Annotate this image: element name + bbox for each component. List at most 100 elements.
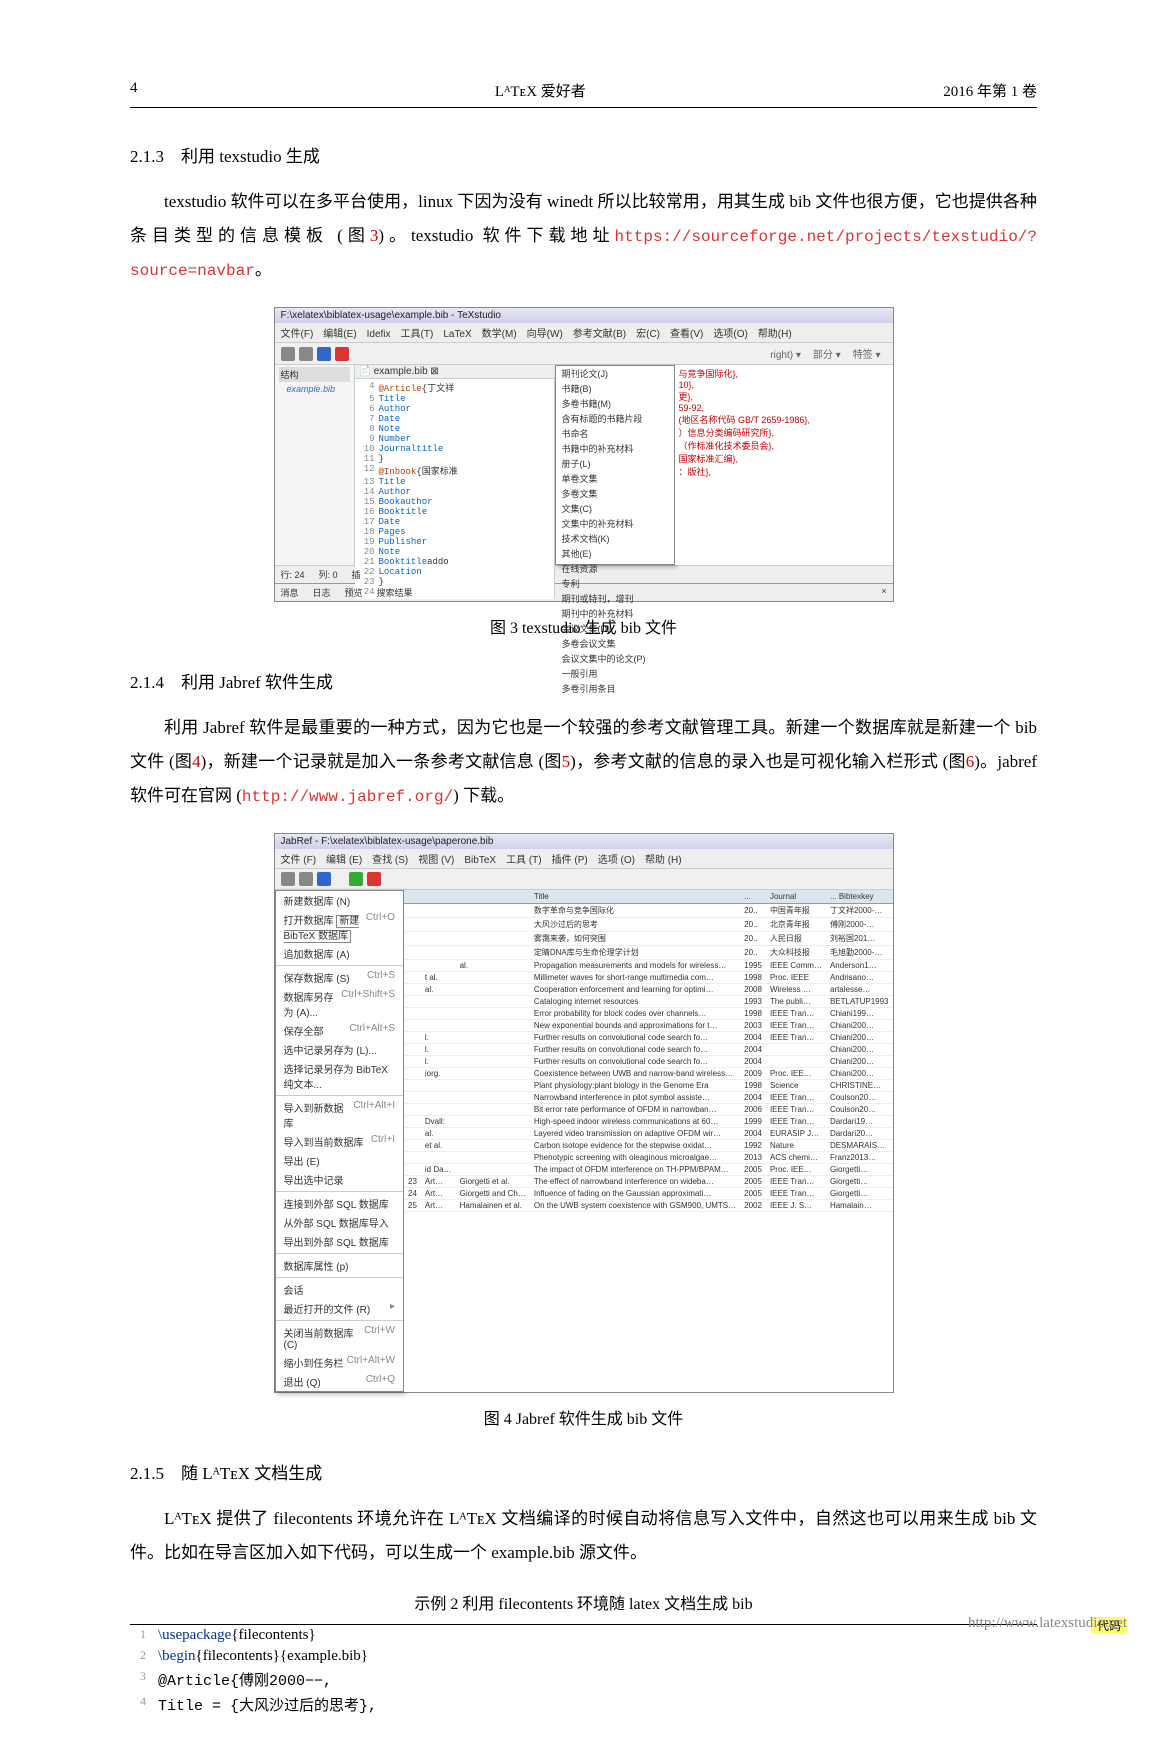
save-icon[interactable] <box>317 872 331 886</box>
table-row[interactable]: Bit error rate performance of OFDM in na… <box>404 1104 893 1116</box>
table-row[interactable]: 雾霭来袭，如何突围20..人民日报刘裕国201… <box>404 932 893 946</box>
close-icon[interactable]: × <box>881 586 886 599</box>
figure-ref-6[interactable]: 6 <box>966 752 975 771</box>
menu-item[interactable]: 打开数据库 新建 BibTeX 数据库Ctrl+O <box>276 910 404 944</box>
menu-item[interactable]: 查看(V) <box>670 329 703 340</box>
menu-item[interactable]: 保存全部Ctrl+Alt+S <box>276 1021 404 1040</box>
output-tab[interactable]: 预览 <box>345 586 363 599</box>
table-row[interactable]: Error probability for block codes over c… <box>404 1008 893 1020</box>
column-header[interactable]: Journal <box>766 890 826 904</box>
menu-item[interactable]: 最近打开的文件 (R)▸ <box>276 1299 404 1318</box>
menu-item[interactable]: 导入到新数据库Ctrl+Alt+I <box>276 1098 404 1132</box>
column-header[interactable]: ... <box>740 890 766 904</box>
output-tab[interactable]: 搜索结果 <box>377 586 413 599</box>
menu-item[interactable]: 导出选中记录 <box>276 1170 404 1189</box>
menu-item[interactable]: 连接到外部 SQL 数据库 <box>276 1194 404 1213</box>
close-icon[interactable] <box>335 347 349 361</box>
dropdown-item[interactable]: 含有标题的书籍片段 <box>556 411 674 426</box>
jabref-link[interactable]: http://www.jabref.org/ <box>242 788 453 806</box>
menu-item[interactable]: 数据库另存为 (A)...Ctrl+Shift+S <box>276 987 404 1021</box>
menu-item[interactable]: 帮助 (H) <box>645 855 682 866</box>
menu-item[interactable]: 工具 (T) <box>506 855 542 866</box>
menubar[interactable]: 文件(F)编辑(E)Idefix工具(T)LaTeX数学(M)向导(W)参考文献… <box>275 323 893 343</box>
open-icon[interactable] <box>299 347 313 361</box>
table-row[interactable]: t al.Millimeter waves for short-range mu… <box>404 972 893 984</box>
dropdown-item[interactable]: 册子(L) <box>556 456 674 471</box>
menu-item[interactable]: 缩小到任务栏Ctrl+Alt+W <box>276 1353 404 1372</box>
dropdown-item[interactable]: 多卷书籍(M) <box>556 396 674 411</box>
table-row[interactable]: al.Layered video transmission on adaptiv… <box>404 1128 893 1140</box>
open-icon[interactable] <box>299 872 313 886</box>
table-row[interactable]: Dvall:High-speed indoor wireless communi… <box>404 1116 893 1128</box>
menu-item[interactable]: 文件 (F) <box>281 855 317 866</box>
menu-item[interactable]: 编辑 (E) <box>326 855 362 866</box>
dropdown-item[interactable]: 一般引用 <box>556 666 674 681</box>
dropdown-item[interactable]: 书籍(B) <box>556 381 674 396</box>
dropdown-item[interactable]: 多卷文集 <box>556 486 674 501</box>
new-icon[interactable] <box>281 872 295 886</box>
menu-item[interactable]: 帮助(H) <box>758 329 792 340</box>
table-row[interactable]: l.Further results on convolutional code … <box>404 1056 893 1068</box>
table-row[interactable]: al.Propagation measurements and models f… <box>404 960 893 972</box>
table-row[interactable]: id Da…The impact of OFDM interference on… <box>404 1164 893 1176</box>
menu-item[interactable]: 选中记录另存为 (L)... <box>276 1040 404 1059</box>
menu-item[interactable]: 选项 (O) <box>598 855 635 866</box>
toolbar[interactable] <box>275 869 893 890</box>
menu-item[interactable]: LaTeX <box>443 329 471 340</box>
dropdown-item[interactable]: 书籍中的补充材料 <box>556 441 674 456</box>
menu-item[interactable]: 新建数据库 (N) <box>276 891 404 910</box>
menu-item[interactable]: BibTeX <box>464 855 496 866</box>
menu-item[interactable]: 工具(T) <box>401 329 434 340</box>
menu-item[interactable]: 导入到当前数据库Ctrl+I <box>276 1132 404 1151</box>
table-row[interactable]: Cataloging internet resources1993The pub… <box>404 996 893 1008</box>
menu-item[interactable]: 参考文献(B) <box>573 329 626 340</box>
new-icon[interactable] <box>281 347 295 361</box>
dropdown-item[interactable]: 单卷文集 <box>556 471 674 486</box>
menu-item[interactable]: 导出到外部 SQL 数据库 <box>276 1232 404 1251</box>
output-tab[interactable]: 日志 <box>313 586 331 599</box>
table-row[interactable]: iorg.Coexistence between UWB and narrow-… <box>404 1068 893 1080</box>
menu-item[interactable]: 退出 (Q)Ctrl+Q <box>276 1372 404 1391</box>
menu-item[interactable]: 宏(C) <box>636 329 660 340</box>
bibtex-dropdown-menu[interactable]: 期刊论文(J)书籍(B)多卷书籍(M)含有标题的书籍片段书命名书籍中的补充材料册… <box>555 365 675 565</box>
figure-ref-4[interactable]: 4 <box>192 752 201 771</box>
column-header[interactable]: ... Bibtexkey <box>826 890 893 904</box>
menu-item[interactable]: 插件 (P) <box>552 855 588 866</box>
entry-table[interactable]: Title...Journal... Bibtexkey数字革命与竞争国际化20… <box>404 890 893 1392</box>
table-row[interactable]: Narrowband interference in pilot symbol … <box>404 1092 893 1104</box>
dropdown-item[interactable]: 文集中的补充材料 <box>556 516 674 531</box>
menu-item[interactable]: 选择记录另存为 BibTeX 纯文本... <box>276 1059 404 1093</box>
table-row[interactable]: 大风沙过后的思考20..北京青年报傅刚2000-… <box>404 918 893 932</box>
table-row[interactable]: Plant physiology:plant biology in the Ge… <box>404 1080 893 1092</box>
menu-item[interactable]: 文件(F) <box>281 329 314 340</box>
table-row[interactable]: 24Art…Giorgetti and Ch…Influence of fadi… <box>404 1188 893 1200</box>
menu-item[interactable]: 关闭当前数据库 (C)Ctrl+W <box>276 1323 404 1353</box>
menubar[interactable]: 文件 (F)编辑 (E)查找 (S)视图 (V)BibTeX工具 (T)插件 (… <box>275 849 893 869</box>
table-row[interactable]: 23Art…Giorgetti et al.The effect of narr… <box>404 1176 893 1188</box>
column-header[interactable] <box>421 890 456 904</box>
code-editor[interactable]: 4@Article{丁文祥5 Title6 Author7 Date8 Note… <box>355 379 555 599</box>
table-row[interactable]: 数字革命与竞争国际化20..中国青年报丁文祥2000-… <box>404 904 893 918</box>
editor-tab[interactable]: 📄 example.bib ⊠ <box>355 365 555 379</box>
dropdown-item[interactable]: 多卷会议文集 <box>556 636 674 651</box>
dropdown-item[interactable]: 会议文集中的论文(P) <box>556 651 674 666</box>
dropdown-item[interactable]: 文集(C) <box>556 501 674 516</box>
dropdown-item[interactable]: 其他(E) <box>556 546 674 561</box>
menu-item[interactable]: 编辑(E) <box>323 329 356 340</box>
table-row[interactable]: Phenotypic screening with oleaginous mic… <box>404 1152 893 1164</box>
menu-item[interactable]: 从外部 SQL 数据库导入 <box>276 1213 404 1232</box>
table-row[interactable]: et al.Carbon isotope evidence for the st… <box>404 1140 893 1152</box>
dropdown-item[interactable]: 技术文档(K) <box>556 531 674 546</box>
sidebar-file[interactable]: example.bib <box>279 382 350 394</box>
menu-item[interactable]: 保存数据库 (S)Ctrl+S <box>276 968 404 987</box>
table-row[interactable]: 25Art…Hamalainen et al.On the UWB system… <box>404 1200 893 1212</box>
table-row[interactable]: al.Cooperation enforcement and learning … <box>404 984 893 996</box>
output-tab[interactable]: 消息 <box>281 586 299 599</box>
figure-ref-5[interactable]: 5 <box>562 752 571 771</box>
add-icon[interactable] <box>349 872 363 886</box>
menu-item[interactable]: 查找 (S) <box>372 855 408 866</box>
menu-item[interactable]: 追加数据库 (A) <box>276 944 404 963</box>
structure-panel[interactable]: 结构 example.bib <box>275 365 355 565</box>
delete-icon[interactable] <box>367 872 381 886</box>
menu-item[interactable]: 会话 <box>276 1280 404 1299</box>
